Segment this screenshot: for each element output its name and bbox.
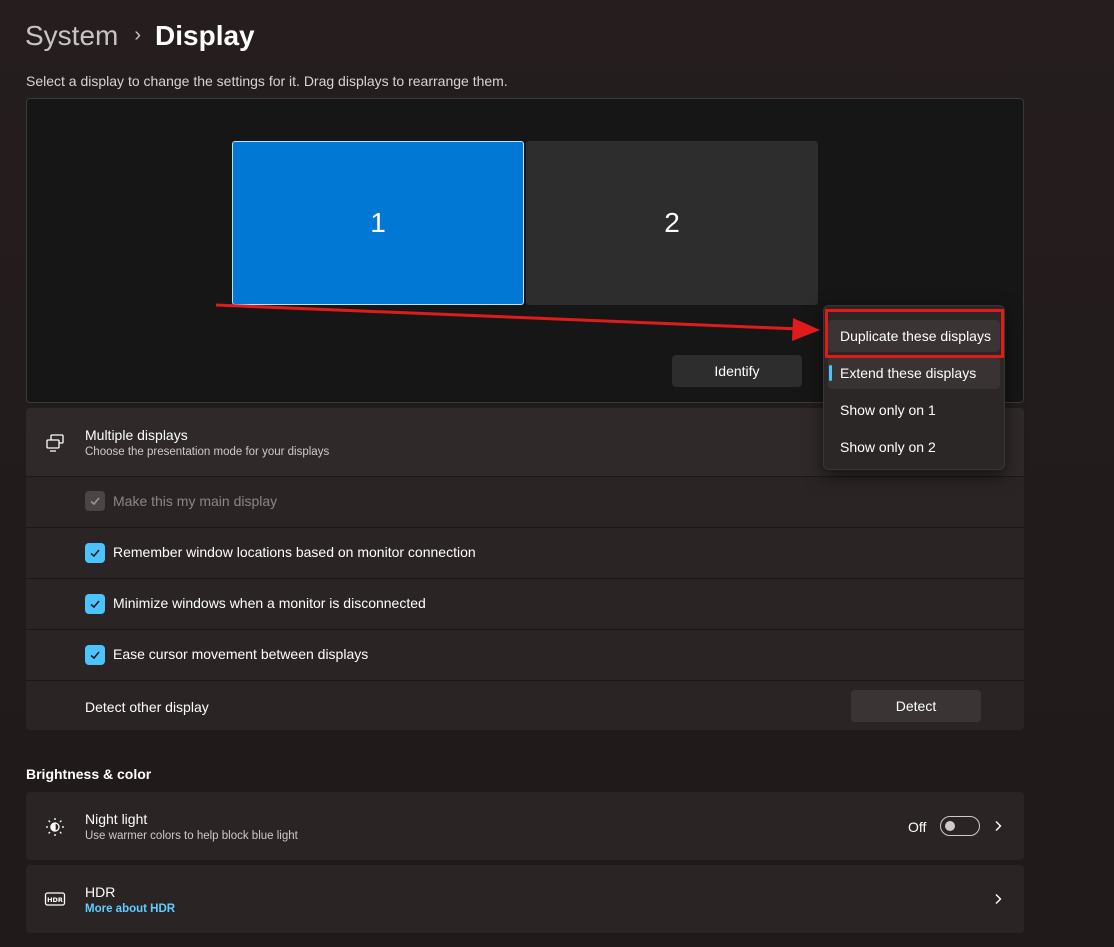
annotation-arrow — [215, 303, 820, 341]
